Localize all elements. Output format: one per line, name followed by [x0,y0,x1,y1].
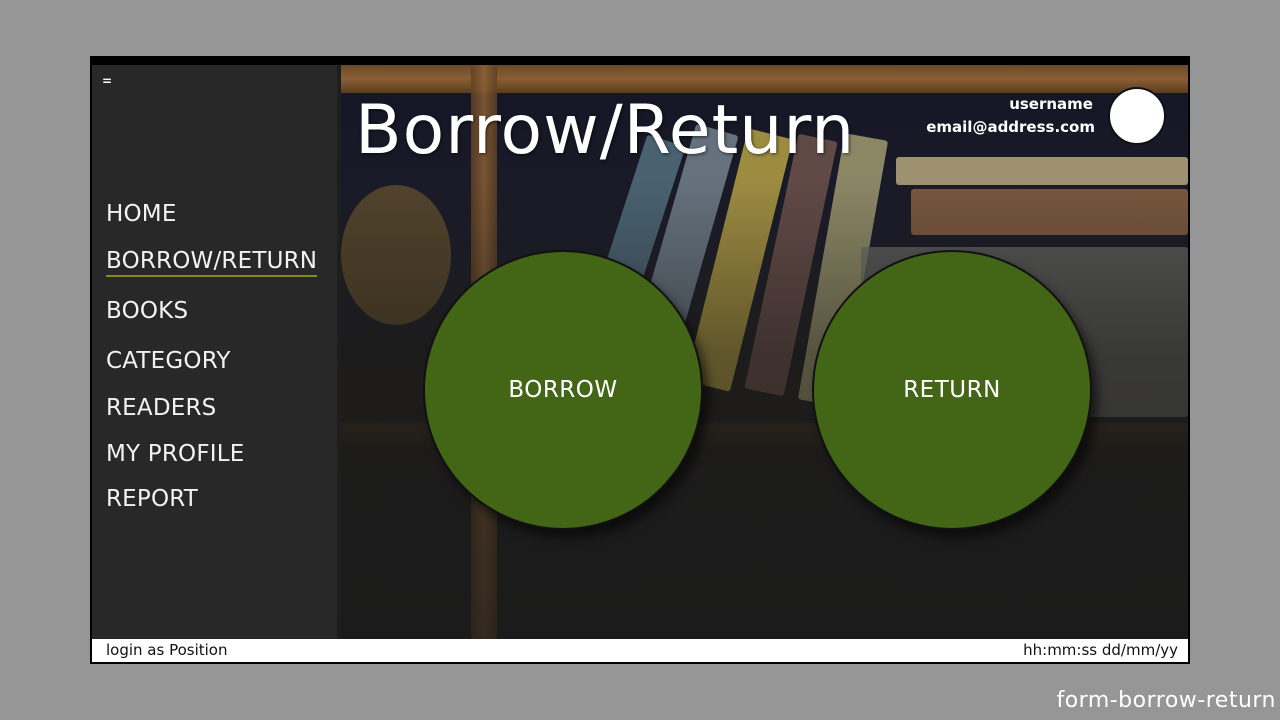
avatar[interactable] [1108,87,1166,145]
page-title: Borrow/Return [355,91,856,170]
user-email: email@address.com [926,118,1095,136]
menu-toggle-icon[interactable]: = [102,75,112,87]
sidebar: = HOME BORROW/RETURN BOOKS CATEGORY READ… [92,65,341,639]
user-name: username [1009,95,1093,113]
sidebar-item-report[interactable]: REPORT [106,486,198,512]
sidebar-item-readers[interactable]: READERS [106,395,216,421]
title-bar [90,56,1190,65]
main-content: Borrow/Return username email@address.com… [341,65,1188,639]
app-window: = HOME BORROW/RETURN BOOKS CATEGORY READ… [90,56,1190,664]
borrow-button-label: BORROW [508,377,618,403]
return-button-label: RETURN [903,377,1001,403]
borrow-button[interactable]: BORROW [423,250,703,530]
return-button[interactable]: RETURN [812,250,1092,530]
form-name-label: form-borrow-return [1056,688,1276,713]
datetime-display: hh:mm:ss dd/mm/yy [1023,641,1178,659]
login-status: login as Position [106,641,228,659]
sidebar-item-books[interactable]: BOOKS [106,298,188,324]
status-bar: login as Position hh:mm:ss dd/mm/yy [92,639,1188,662]
sidebar-item-home[interactable]: HOME [106,201,177,227]
sidebar-item-borrow-return[interactable]: BORROW/RETURN [106,248,318,277]
sidebar-item-my-profile[interactable]: MY PROFILE [106,441,245,467]
sidebar-item-category[interactable]: CATEGORY [106,348,231,374]
